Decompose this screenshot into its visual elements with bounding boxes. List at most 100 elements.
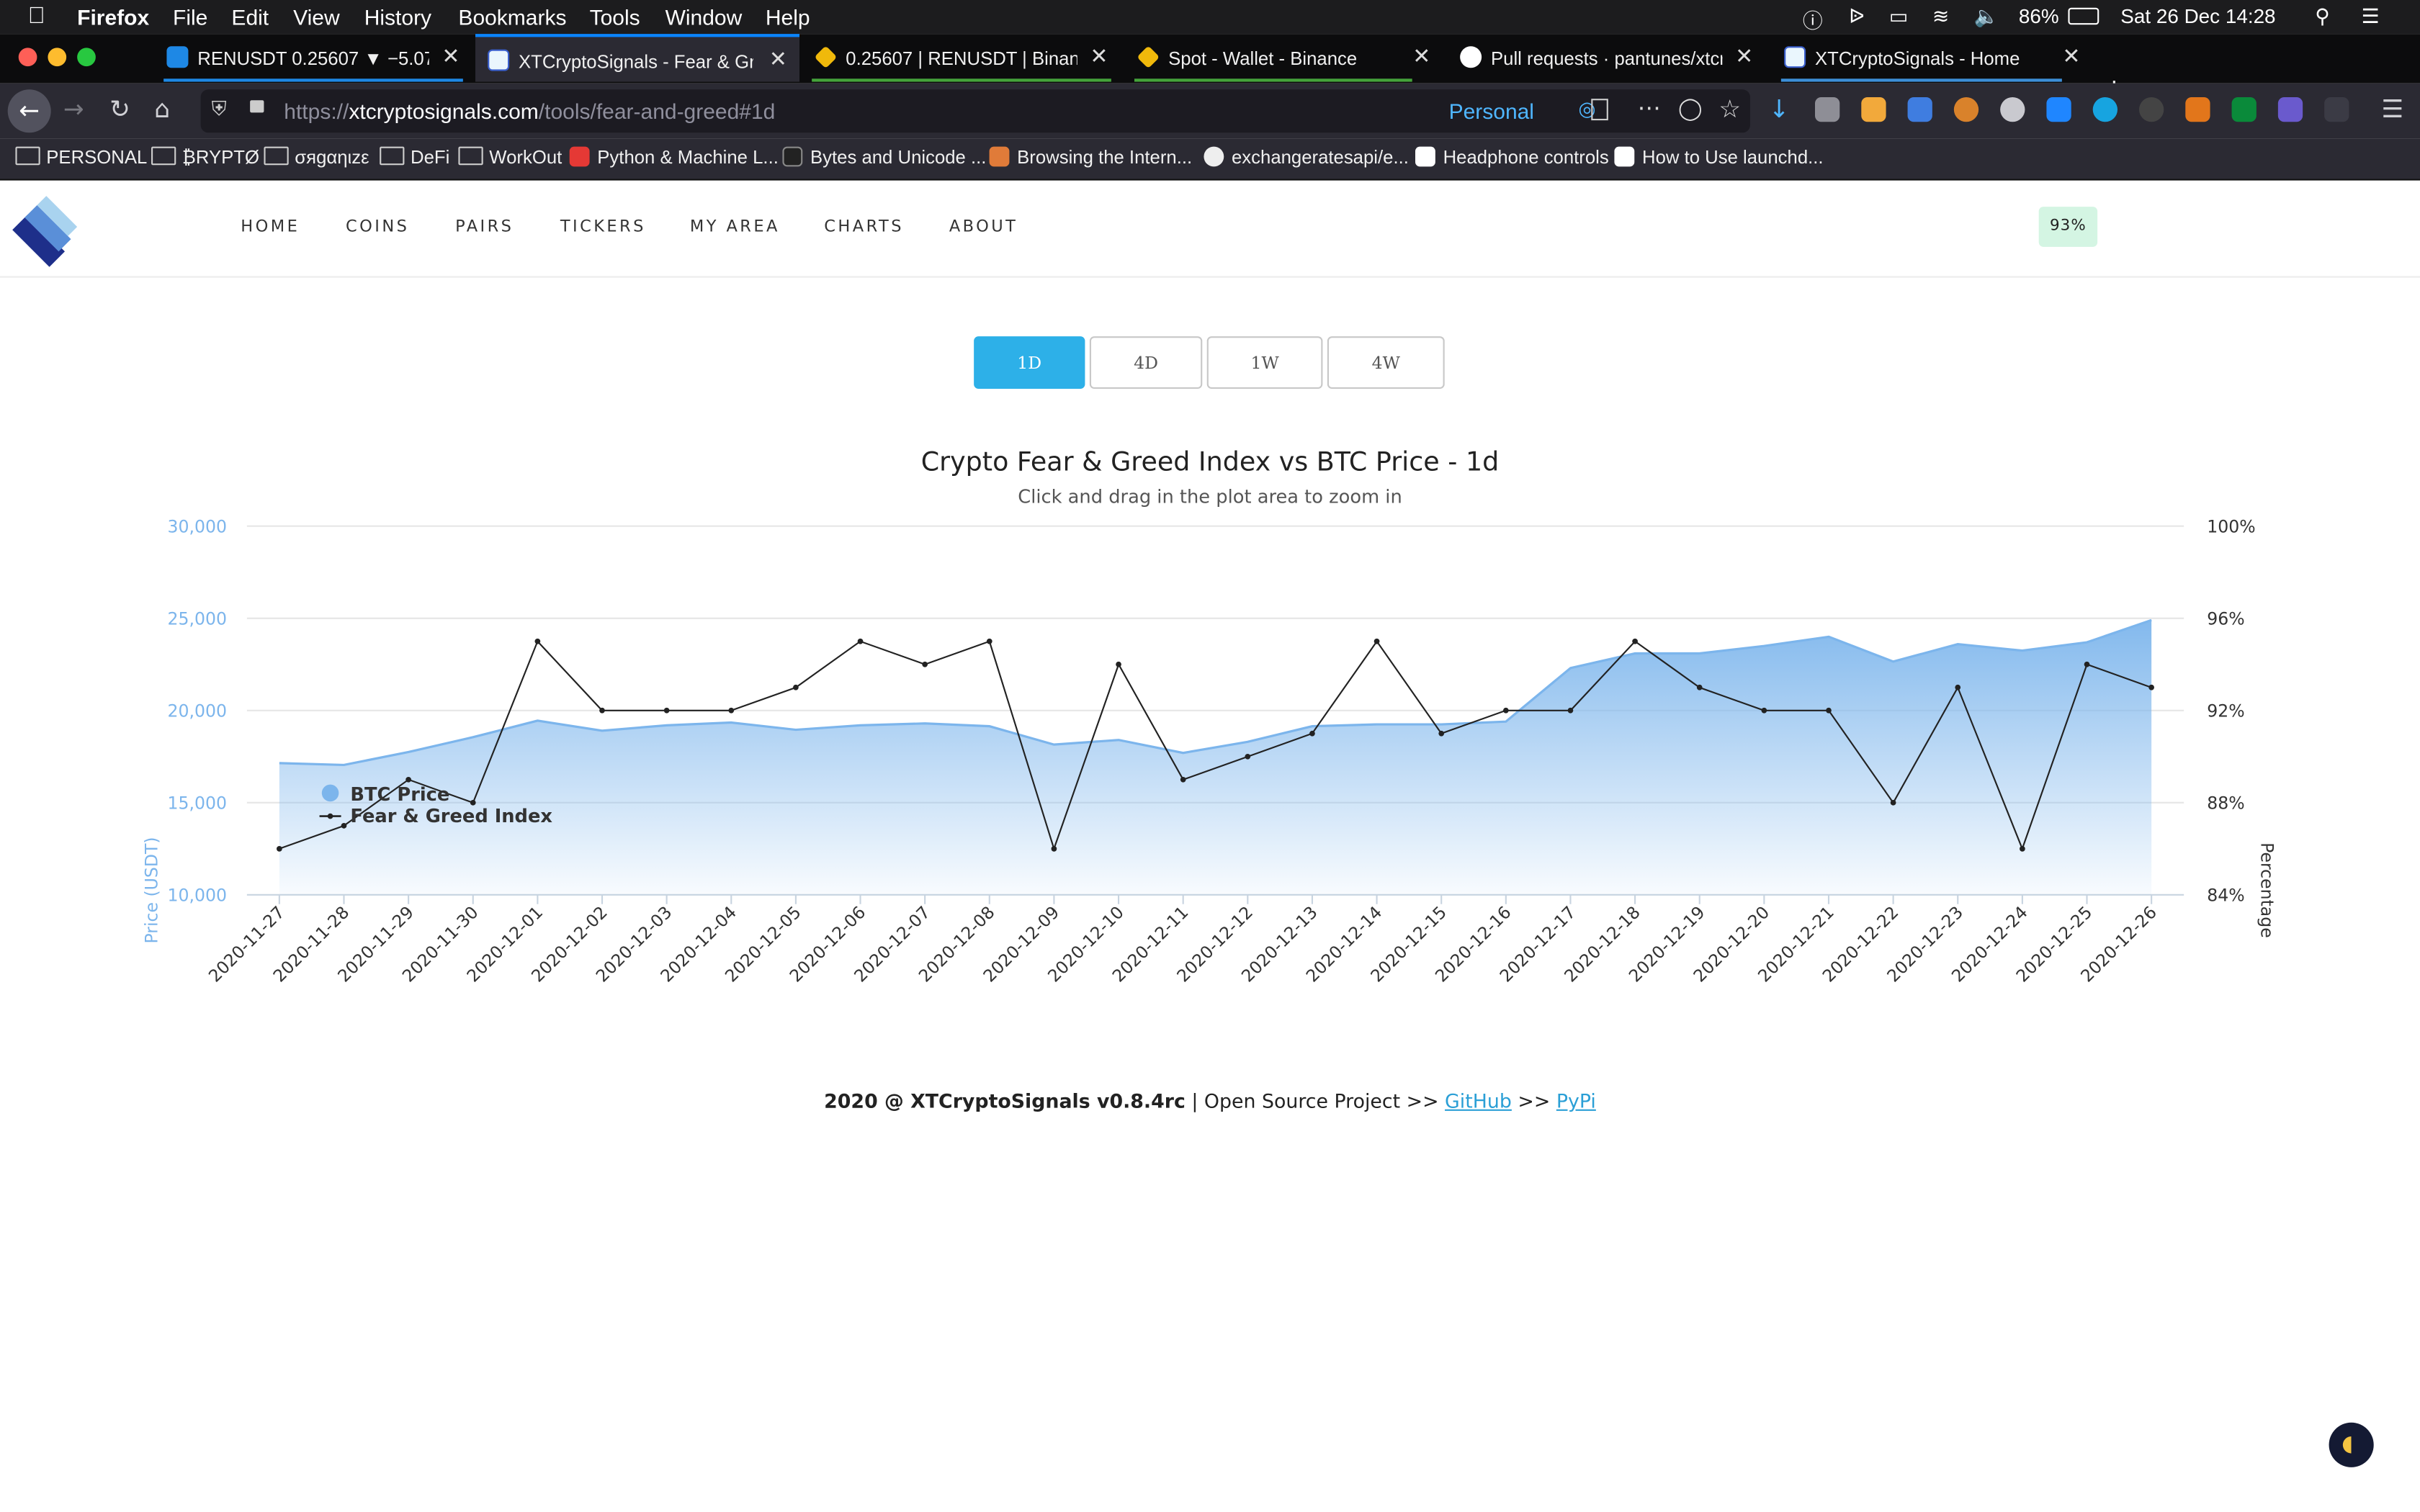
nav-charts[interactable]: CHARTS: [824, 217, 904, 236]
browser-tab[interactable]: XTCryptoSignals - Home ✕: [1772, 34, 2093, 82]
timeframe-4w-button[interactable]: 4W: [1327, 336, 1445, 389]
url-bar[interactable]: ⛨ https://xtcryptosignals.com/tools/fear…: [200, 89, 1751, 133]
tracking-shield-icon[interactable]: ⛨: [212, 99, 227, 122]
browser-tab[interactable]: Spot - Wallet - Binance ✕: [1125, 34, 1443, 82]
extension-icon[interactable]: [2277, 97, 2303, 122]
close-icon[interactable]: ✕: [442, 43, 460, 69]
extension-icon[interactable]: [2324, 97, 2349, 122]
url-text[interactable]: https://xtcryptosignals.com/tools/fear-a…: [284, 99, 775, 123]
downloads-icon[interactable]: ↓: [1769, 94, 1790, 124]
footer-github-link[interactable]: GitHub: [1445, 1089, 1512, 1112]
fear-greed-badge[interactable]: 93%: [2038, 207, 2098, 247]
app-menu-firefox[interactable]: Firefox: [77, 4, 149, 29]
menu-file[interactable]: File: [173, 4, 207, 29]
dark-mode-toggle-button[interactable]: [2329, 1422, 2374, 1467]
hamburger-menu-icon[interactable]: ☰: [2381, 94, 2403, 124]
close-icon[interactable]: ✕: [1412, 43, 1430, 69]
reader-view-icon[interactable]: [1591, 99, 1608, 121]
home-icon[interactable]: ⌂: [154, 94, 170, 124]
extension-icon[interactable]: [1815, 97, 1840, 122]
chart-subtitle: Click and drag in the plot area to zoom …: [1018, 487, 1402, 508]
bookmark-folder[interactable]: WorkOut: [458, 146, 562, 168]
extension-icon[interactable]: [2046, 97, 2071, 122]
browser-tab[interactable]: 0.25607 | RENUSDT | Binance S ✕: [802, 34, 1120, 82]
menu-window[interactable]: Window: [666, 4, 743, 29]
info-status-icon[interactable]: ⓘ: [1803, 4, 1823, 34]
extension-icon[interactable]: [1861, 97, 1886, 122]
reload-icon[interactable]: ↻: [109, 94, 130, 124]
close-icon[interactable]: ✕: [1090, 43, 1108, 69]
extension-icon[interactable]: [2000, 97, 2025, 122]
right-axis-ticks: 84% 88% 92% 96% 100%: [2207, 516, 2255, 905]
metamask-extension-icon[interactable]: [2185, 97, 2210, 122]
pocket-icon[interactable]: ◯: [1678, 97, 1703, 122]
bookmark-folder[interactable]: ₿RYPTØ: [151, 146, 259, 168]
bookmark-star-icon[interactable]: ☆: [1718, 94, 1741, 124]
spotlight-search-icon[interactable]: ⚲: [2315, 4, 2329, 29]
bookmark-link[interactable]: How to Use launchd...: [1614, 146, 1824, 168]
translate-extension-icon[interactable]: [1907, 97, 1932, 122]
fear-greed-chart[interactable]: Crypto Fear & Greed Index vs BTC Price -…: [0, 428, 2420, 1045]
menu-edit[interactable]: Edit: [231, 4, 269, 29]
extension-icon[interactable]: [2092, 97, 2118, 122]
more-actions-icon[interactable]: ⋯: [1638, 94, 1661, 122]
apple-menu-icon[interactable]: : [28, 3, 45, 29]
forward-arrow-icon[interactable]: →: [63, 94, 84, 124]
bookmark-link[interactable]: Headphone controls: [1415, 146, 1609, 168]
lock-icon[interactable]: [250, 100, 264, 113]
bookmark-link[interactable]: Browsing the Intern...: [989, 146, 1192, 168]
menu-history[interactable]: History: [364, 4, 431, 29]
site-header: HOME COINS PAIRS TICKERS MY AREA CHARTS …: [0, 181, 2420, 278]
volume-icon[interactable]: 🔈: [1974, 4, 1999, 29]
close-icon[interactable]: ✕: [1735, 43, 1753, 69]
back-arrow-icon[interactable]: ←: [7, 89, 51, 133]
site-favicon-icon: [1415, 146, 1435, 167]
bookmark-folder[interactable]: DeFi: [380, 146, 449, 168]
xt-logo-icon[interactable]: [9, 196, 81, 267]
legend-btc-label[interactable]: BTC Price: [350, 784, 449, 806]
battery-percent[interactable]: 86%: [2019, 4, 2059, 27]
window-zoom-button[interactable]: [77, 48, 96, 67]
nav-pairs[interactable]: PAIRS: [455, 217, 514, 236]
close-icon[interactable]: ✕: [769, 46, 787, 72]
bookmark-folder[interactable]: PERSONAL: [15, 146, 147, 168]
wifi-icon[interactable]: ≋: [1932, 4, 1949, 29]
timeframe-1w-button[interactable]: 1W: [1206, 336, 1323, 389]
timeframe-1d-button[interactable]: 1D: [974, 336, 1085, 389]
btc-price-area[interactable]: [279, 620, 2152, 895]
menu-view[interactable]: View: [293, 4, 339, 29]
nav-about[interactable]: ABOUT: [949, 217, 1018, 236]
nav-tickers[interactable]: TICKERS: [560, 217, 646, 236]
menu-tools[interactable]: Tools: [590, 4, 640, 29]
bookmark-link[interactable]: Python & Machine L...: [569, 146, 779, 168]
legend-btc-swatch[interactable]: [321, 784, 339, 802]
timeframe-4d-button[interactable]: 4D: [1089, 336, 1203, 389]
nav-my-area[interactable]: MY AREA: [690, 217, 780, 236]
container-label[interactable]: Personal: [1449, 99, 1534, 123]
nav-coins[interactable]: COINS: [346, 217, 409, 236]
control-center-icon[interactable]: ☰: [2362, 4, 2380, 29]
tab-label: XTCryptoSignals - Fear & Greed: [519, 50, 753, 73]
menubar-clock[interactable]: Sat 26 Dec 14:28: [2120, 4, 2275, 27]
window-close-button[interactable]: [18, 48, 37, 67]
close-icon[interactable]: ✕: [2062, 43, 2080, 69]
bluetooth-icon[interactable]: ᐉ: [1849, 4, 1864, 29]
airplay-icon[interactable]: ▭: [1889, 4, 1908, 29]
bookmark-link[interactable]: Bytes and Unicode ...: [782, 146, 986, 168]
page-footer: 2020 @ XTCryptoSignals v0.8.4rc | Open S…: [0, 1089, 2420, 1112]
bookmark-folder[interactable]: σяgαηιzε: [264, 146, 369, 168]
bookmark-link[interactable]: exchangeratesapi/e...: [1204, 146, 1409, 168]
window-minimize-button[interactable]: [48, 48, 67, 67]
menu-help[interactable]: Help: [766, 4, 810, 29]
battery-icon[interactable]: [2068, 7, 2099, 25]
legend-fg-label[interactable]: Fear & Greed Index: [350, 806, 552, 827]
browser-tab[interactable]: RENUSDT 0.25607 ▼ −5.07% U ✕: [154, 34, 472, 82]
extension-icon[interactable]: [1953, 97, 1979, 122]
browser-tab[interactable]: Pull requests · pantunes/xtcryp ✕: [1448, 34, 1765, 81]
extension-icon[interactable]: [2231, 97, 2257, 122]
menu-bookmarks[interactable]: Bookmarks: [458, 4, 566, 29]
extension-icon[interactable]: [2139, 97, 2164, 122]
nav-home[interactable]: HOME: [241, 217, 300, 236]
browser-tab-active[interactable]: XTCryptoSignals - Fear & Greed ✕: [475, 34, 799, 82]
footer-pypi-link[interactable]: PyPi: [1556, 1089, 1596, 1112]
